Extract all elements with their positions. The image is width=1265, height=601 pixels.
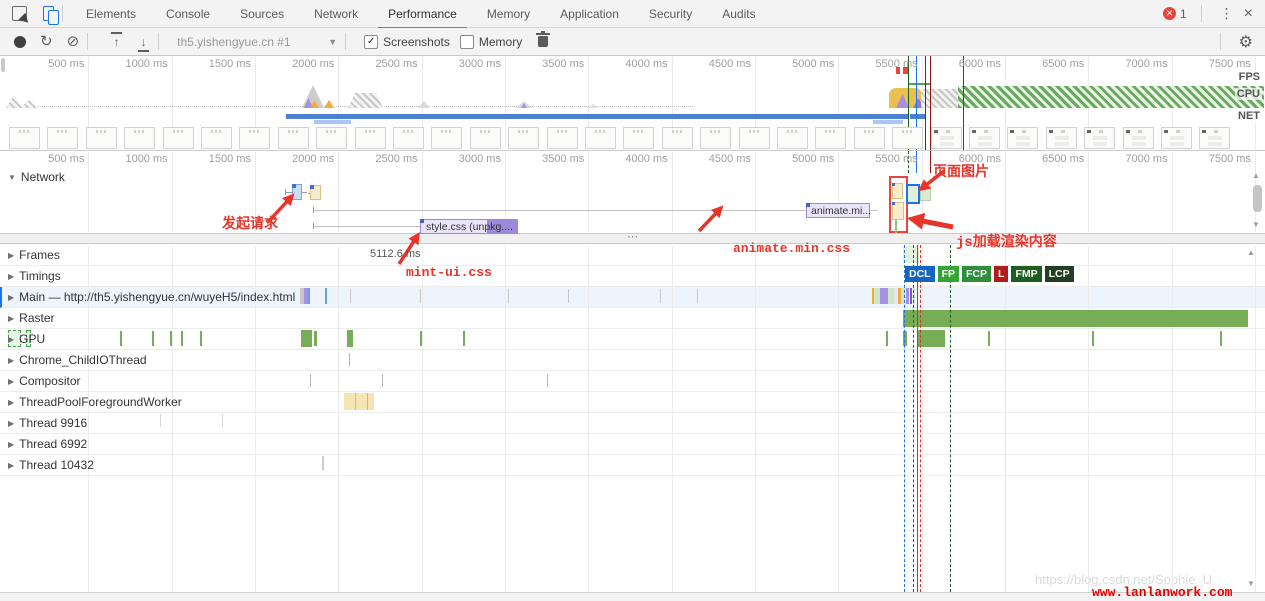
tab-elements[interactable]: Elements bbox=[76, 1, 146, 27]
divider bbox=[1220, 33, 1221, 50]
gear-icon[interactable]: ⚙ bbox=[1239, 32, 1253, 52]
screenshots-label: Screenshots bbox=[383, 35, 450, 49]
more-options-icon[interactable]: ⋮ bbox=[1220, 5, 1234, 22]
tab-security[interactable]: Security bbox=[639, 1, 702, 27]
collapse-triangle-icon[interactable]: ▼ bbox=[8, 173, 16, 182]
network-scroll-up-icon[interactable]: ▲ bbox=[1252, 171, 1260, 181]
tab-network[interactable]: Network bbox=[304, 1, 368, 27]
divider bbox=[158, 33, 159, 50]
memory-checkbox[interactable] bbox=[460, 35, 474, 49]
network-scrollbar-thumb[interactable] bbox=[1253, 185, 1262, 212]
timing-badge-dcl[interactable]: DCL bbox=[905, 266, 935, 282]
profile-select[interactable]: th5.yishengyue.cn #1 ▼ bbox=[177, 35, 337, 49]
load-profile-icon[interactable]: ↑ bbox=[110, 36, 123, 48]
net-lane-label: NET bbox=[1236, 110, 1262, 122]
reload-profile-icon[interactable]: ↻ bbox=[40, 34, 53, 49]
track-row-main[interactable]: ▶Main — http://th5.yishengyue.cn/wuyeH5/… bbox=[0, 287, 1265, 308]
frame-duration-label: 5112.6 ms bbox=[370, 248, 421, 260]
divider bbox=[62, 5, 63, 22]
tab-console[interactable]: Console bbox=[156, 1, 220, 27]
track-row-threadpoolforegroundworker[interactable]: ▶ThreadPoolForegroundWorker bbox=[0, 392, 1265, 413]
save-profile-icon[interactable]: ↓ bbox=[137, 36, 150, 48]
divider bbox=[345, 33, 346, 50]
annotation-page-image: 页面图片 bbox=[933, 161, 989, 181]
timing-marker-badges: DCLFPFCPLFMPLCP bbox=[905, 266, 1074, 282]
device-toolbar-icon[interactable] bbox=[43, 6, 54, 21]
track-row-chrome-childiothread[interactable]: ▶Chrome_ChildIOThread bbox=[0, 350, 1265, 371]
track-row-frames[interactable]: ▶Frames bbox=[0, 245, 1265, 266]
tab-memory[interactable]: Memory bbox=[477, 1, 540, 27]
tracks-scroll-down-icon[interactable]: ▼ bbox=[1247, 579, 1255, 589]
devtools-tab-bar: Elements Console Sources Network Perform… bbox=[0, 0, 1265, 28]
timing-badge-fcp[interactable]: FCP bbox=[962, 266, 991, 282]
timing-badge-fmp[interactable]: FMP bbox=[1011, 266, 1041, 282]
fps-lane-label: FPS bbox=[1237, 71, 1262, 83]
track-row-thread-6992[interactable]: ▶Thread 6992 bbox=[0, 434, 1265, 455]
tab-audits[interactable]: Audits bbox=[712, 1, 765, 27]
annotation-js-render: js加载渲染内容 bbox=[956, 231, 1057, 251]
tracks-scroll-up-icon[interactable]: ▲ bbox=[1247, 248, 1255, 258]
divider bbox=[1201, 5, 1202, 22]
tab-application[interactable]: Application bbox=[550, 1, 629, 27]
devtools-window: Elements Console Sources Network Perform… bbox=[0, 0, 1265, 601]
network-track-pane: ▼ Network bbox=[0, 151, 1265, 233]
cpu-lane-label: CPU bbox=[1235, 88, 1262, 100]
flamechart-track-pane: ▶Frames ▶Timings ▶Main — http://th5.yish… bbox=[0, 245, 1265, 592]
record-button[interactable] bbox=[14, 36, 26, 48]
request-label-animate-css[interactable]: animate.mi... bbox=[811, 205, 871, 217]
profile-select-value: th5.yishengyue.cn #1 bbox=[177, 35, 290, 49]
divider bbox=[87, 33, 88, 50]
bottom-scrollbar-strip[interactable] bbox=[0, 592, 1265, 601]
track-row-thread-9916[interactable]: ▶Thread 9916 bbox=[0, 413, 1265, 434]
memory-label: Memory bbox=[479, 35, 522, 49]
network-scroll-down-icon[interactable]: ▼ bbox=[1252, 220, 1260, 230]
track-row-timings[interactable]: ▶Timings bbox=[0, 266, 1265, 287]
error-badge-icon[interactable]: ✕ bbox=[1163, 7, 1176, 20]
screenshots-checkbox[interactable]: ✓ bbox=[364, 35, 378, 49]
close-icon[interactable]: × bbox=[1244, 5, 1253, 23]
track-row-compositor[interactable]: ▶Compositor bbox=[0, 371, 1265, 392]
watermark-lanlanwork: www.lanlanwork.com bbox=[1092, 585, 1232, 600]
timing-badge-lcp[interactable]: LCP bbox=[1045, 266, 1074, 282]
garbage-collect-icon[interactable] bbox=[538, 36, 548, 47]
performance-toolbar: ↻ ⊘ ↑ ↓ th5.yishengyue.cn #1 ▼ ✓ Screens… bbox=[0, 28, 1265, 56]
network-section-header[interactable]: ▼ Network bbox=[8, 170, 65, 184]
tab-sources[interactable]: Sources bbox=[230, 1, 294, 27]
chevron-down-icon: ▼ bbox=[328, 37, 337, 47]
inspect-element-icon[interactable] bbox=[12, 6, 27, 21]
error-count: 1 bbox=[1180, 7, 1187, 21]
pane-splitter[interactable]: ⋯ bbox=[0, 233, 1265, 244]
timing-badge-l[interactable]: L bbox=[994, 266, 1008, 282]
track-row-gpu[interactable]: ▶GPU bbox=[0, 329, 1265, 350]
timeline-overview[interactable]: FPS CPU NET bbox=[0, 56, 1265, 151]
request-label-style-css[interactable]: style.css (unpkg.... bbox=[426, 221, 513, 233]
track-row-raster[interactable]: ▶Raster bbox=[0, 308, 1265, 329]
annotation-mint-ui-css: mint-ui.css bbox=[406, 265, 492, 280]
tab-performance[interactable]: Performance bbox=[378, 0, 467, 29]
annotation-animate-min-css: animate.min.css bbox=[733, 241, 850, 256]
clear-icon[interactable]: ⊘ bbox=[67, 34, 80, 49]
annotation-request-start: 发起请求 bbox=[222, 213, 278, 233]
network-section-label: Network bbox=[21, 170, 65, 184]
timing-badge-fp[interactable]: FP bbox=[938, 266, 959, 282]
track-row-thread-10432[interactable]: ▶Thread 10432 bbox=[0, 455, 1265, 476]
